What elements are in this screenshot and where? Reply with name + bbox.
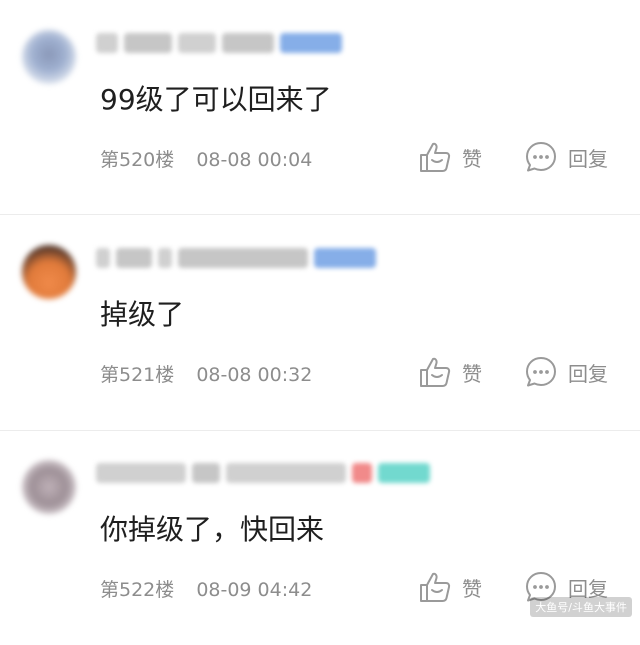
floor-number: 第520楼 — [100, 149, 175, 171]
like-button[interactable]: 赞 — [418, 567, 482, 607]
chat-bubble-icon — [524, 355, 558, 389]
reply-label: 回复 — [568, 361, 608, 386]
reply-button[interactable]: 回复 — [524, 137, 608, 177]
username-blurred[interactable] — [96, 463, 430, 483]
avatar[interactable] — [22, 460, 76, 514]
comment-item: 掉级了 第521楼 08-08 00:32 赞 回复 — [0, 215, 640, 430]
comment-text: 掉级了 — [100, 298, 185, 331]
like-button[interactable]: 赞 — [418, 137, 482, 177]
comment-text: 99级了可以回来了 — [100, 83, 332, 116]
avatar[interactable] — [22, 30, 76, 84]
comment-meta: 第522楼 08-09 04:42 — [100, 575, 312, 602]
thumbs-up-icon — [418, 140, 452, 174]
comment-time: 08-08 00:04 — [196, 149, 313, 171]
floor-number: 第522楼 — [100, 579, 175, 601]
reply-button[interactable]: 回复 — [524, 352, 608, 392]
like-label: 赞 — [462, 576, 482, 601]
floor-number: 第521楼 — [100, 364, 175, 386]
username-blurred[interactable] — [96, 33, 342, 53]
comment-meta: 第521楼 08-08 00:32 — [100, 360, 312, 387]
like-button[interactable]: 赞 — [418, 352, 482, 392]
comment-meta: 第520楼 08-08 00:04 — [100, 145, 312, 172]
username-blurred[interactable] — [96, 248, 376, 268]
chat-bubble-icon — [524, 140, 558, 174]
watermark: 大鱼号/斗鱼大事件 — [530, 597, 632, 617]
comment-item: 99级了可以回来了 第520楼 08-08 00:04 赞 回复 — [0, 0, 640, 215]
like-label: 赞 — [462, 146, 482, 171]
avatar[interactable] — [22, 245, 76, 299]
comment-time: 08-08 00:32 — [196, 364, 313, 386]
like-label: 赞 — [462, 361, 482, 386]
thumbs-up-icon — [418, 355, 452, 389]
comment-text: 你掉级了，快回来 — [100, 513, 325, 546]
comment-time: 08-09 04:42 — [196, 579, 313, 601]
reply-label: 回复 — [568, 146, 608, 171]
thumbs-up-icon — [418, 570, 452, 604]
